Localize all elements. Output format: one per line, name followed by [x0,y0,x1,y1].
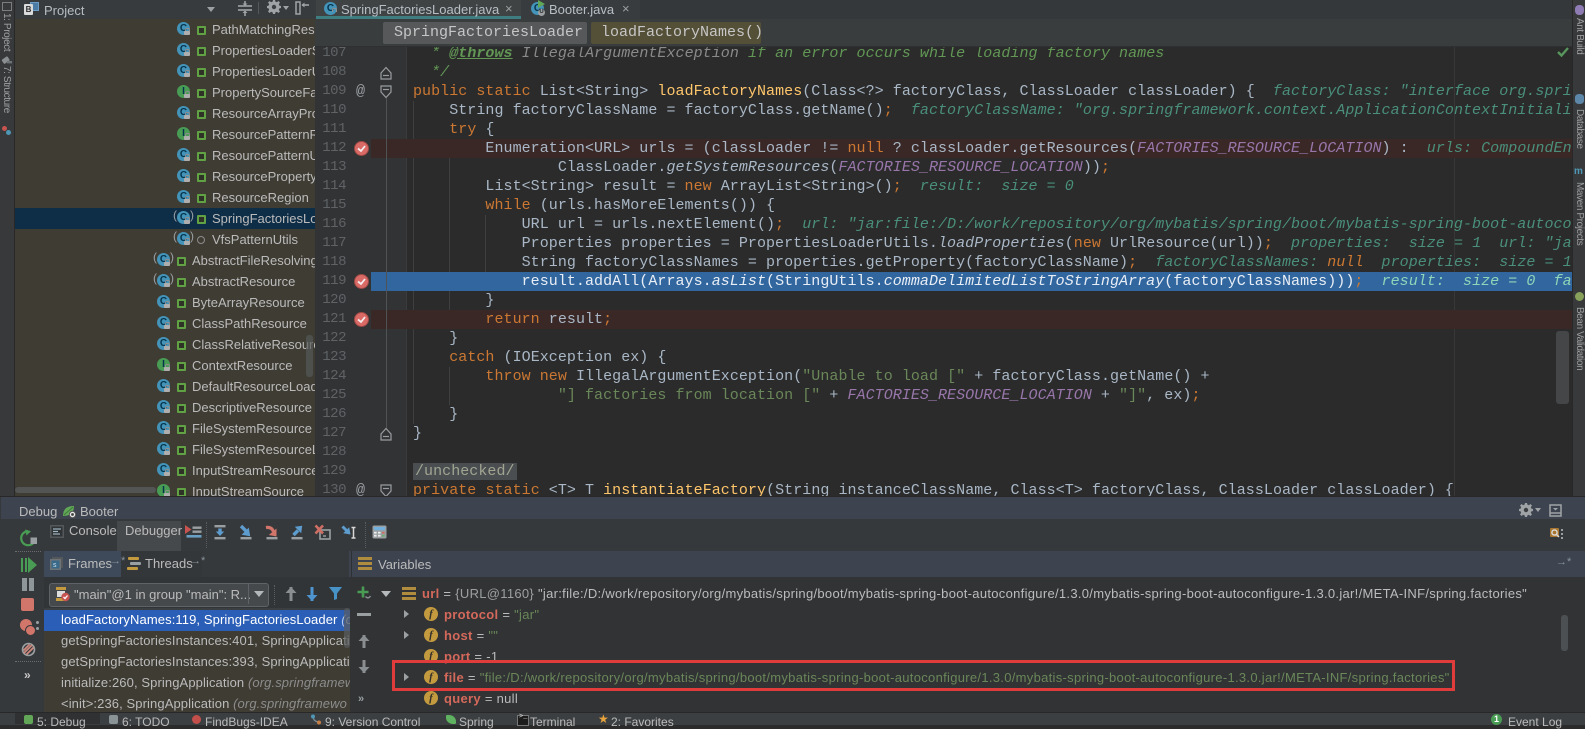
svg-text:s: s [53,562,57,569]
